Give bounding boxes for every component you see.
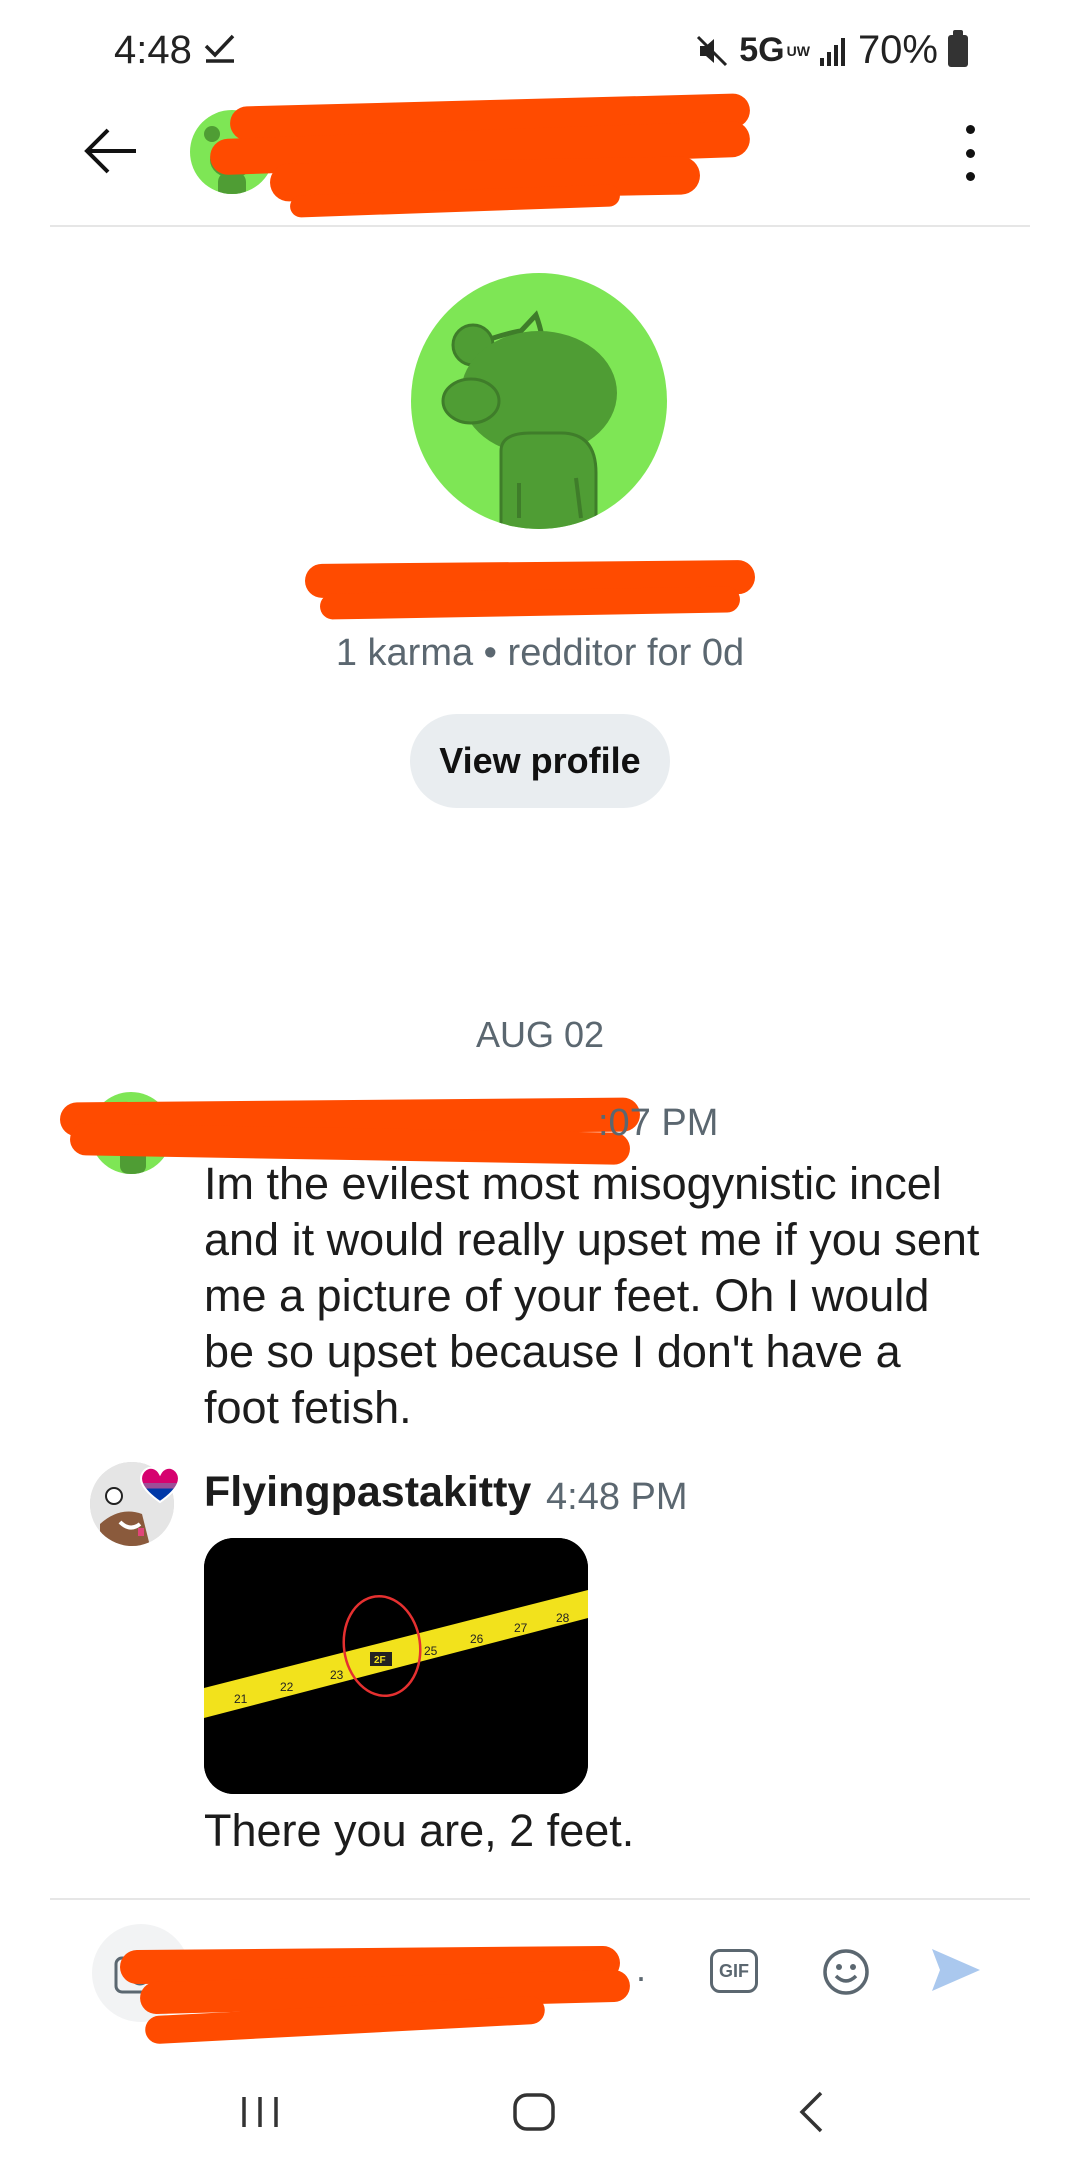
pride-heart-icon — [140, 1466, 180, 1504]
checkmark-icon — [204, 34, 235, 63]
composer-trailing-char: . — [636, 1948, 647, 1989]
svg-text:27: 27 — [514, 1621, 528, 1635]
gif-button[interactable]: GIF — [710, 1949, 758, 1993]
svg-text:25: 25 — [424, 1644, 438, 1658]
svg-text:22: 22 — [280, 1680, 294, 1694]
battery-icon — [948, 29, 968, 67]
status-time: 4:48 — [114, 28, 192, 72]
svg-text:23: 23 — [330, 1668, 344, 1682]
arrow-left-icon[interactable] — [82, 126, 142, 176]
date-separator: AUG 02 — [475, 1014, 605, 1055]
network-type: 5G — [739, 31, 785, 69]
send-icon[interactable] — [930, 1945, 982, 1995]
snoo-icon — [441, 310, 617, 529]
svg-text:26: 26 — [470, 1632, 484, 1646]
svg-text:2F: 2F — [374, 1655, 386, 1666]
composer-divider — [50, 1898, 1030, 1900]
signal-icon — [819, 37, 845, 66]
message-time: 4:48 PM — [546, 1476, 688, 1518]
message-username[interactable]: Flyingpastakitty — [204, 1468, 531, 1517]
mute-icon — [697, 35, 728, 66]
smiley-icon[interactable] — [822, 1948, 870, 1996]
profile-meta: 1 karma • redditor for 0d — [335, 632, 745, 674]
home-icon[interactable] — [512, 2092, 556, 2132]
message-time: :07 PM — [598, 1102, 719, 1144]
profile-avatar — [411, 273, 667, 529]
svg-text:28: 28 — [556, 1611, 570, 1625]
tape-measure-image: 21 22 23 25 26 27 28 2F — [204, 1538, 588, 1794]
message-text: Im the evilest most misogynistic incel a… — [204, 1158, 980, 1433]
battery-percent: 70% — [857, 28, 938, 72]
more-vertical-icon[interactable] — [955, 125, 985, 181]
tape-measure-photo[interactable]: 21 22 23 25 26 27 28 2F — [204, 1538, 588, 1794]
view-profile-button[interactable]: View profile — [410, 714, 670, 808]
svg-text:21: 21 — [234, 1692, 248, 1706]
recents-icon[interactable] — [240, 2095, 282, 2129]
status-indicators: 5G UW 70% — [695, 28, 968, 73]
message-text: There you are, 2 feet. — [204, 1805, 635, 1856]
network-subtype: UW — [786, 42, 810, 59]
nav-back-icon[interactable] — [797, 2090, 827, 2134]
